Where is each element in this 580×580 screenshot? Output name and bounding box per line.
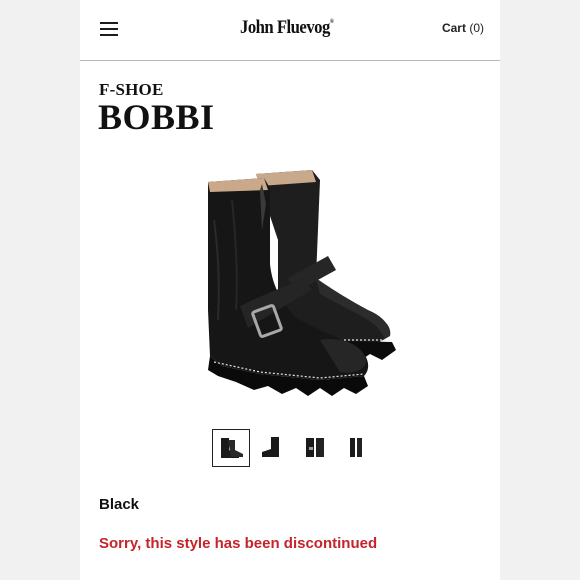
product-image [208, 170, 396, 396]
thumbnail-1-image [221, 438, 243, 458]
site-header: John Fluevog® Cart (0) [80, 0, 500, 61]
cart-link[interactable]: Cart (0) [442, 21, 484, 35]
product-title: BOBBI [98, 97, 215, 137]
hamburger-menu-icon[interactable] [100, 21, 118, 37]
thumbnail-4[interactable] [338, 429, 376, 467]
thumbnail-3[interactable] [296, 429, 334, 467]
discontinued-message: Sorry, this style has been discontinued [99, 535, 378, 552]
thumbnail-2[interactable] [254, 429, 292, 467]
thumbnail-2-image [262, 437, 279, 457]
cart-label: Cart [441, 21, 466, 35]
thumbnail-1[interactable] [212, 429, 250, 467]
product-color: Black [99, 496, 140, 513]
thumbnail-4-image [350, 438, 362, 457]
product-page: John Fluevog® Cart (0) F-SHOE BOBBI Blac… [80, 0, 500, 580]
brand-logo[interactable]: John Fluevog® [240, 17, 334, 39]
cart-count: (0) [469, 21, 484, 35]
thumbnail-3-image [306, 438, 324, 457]
